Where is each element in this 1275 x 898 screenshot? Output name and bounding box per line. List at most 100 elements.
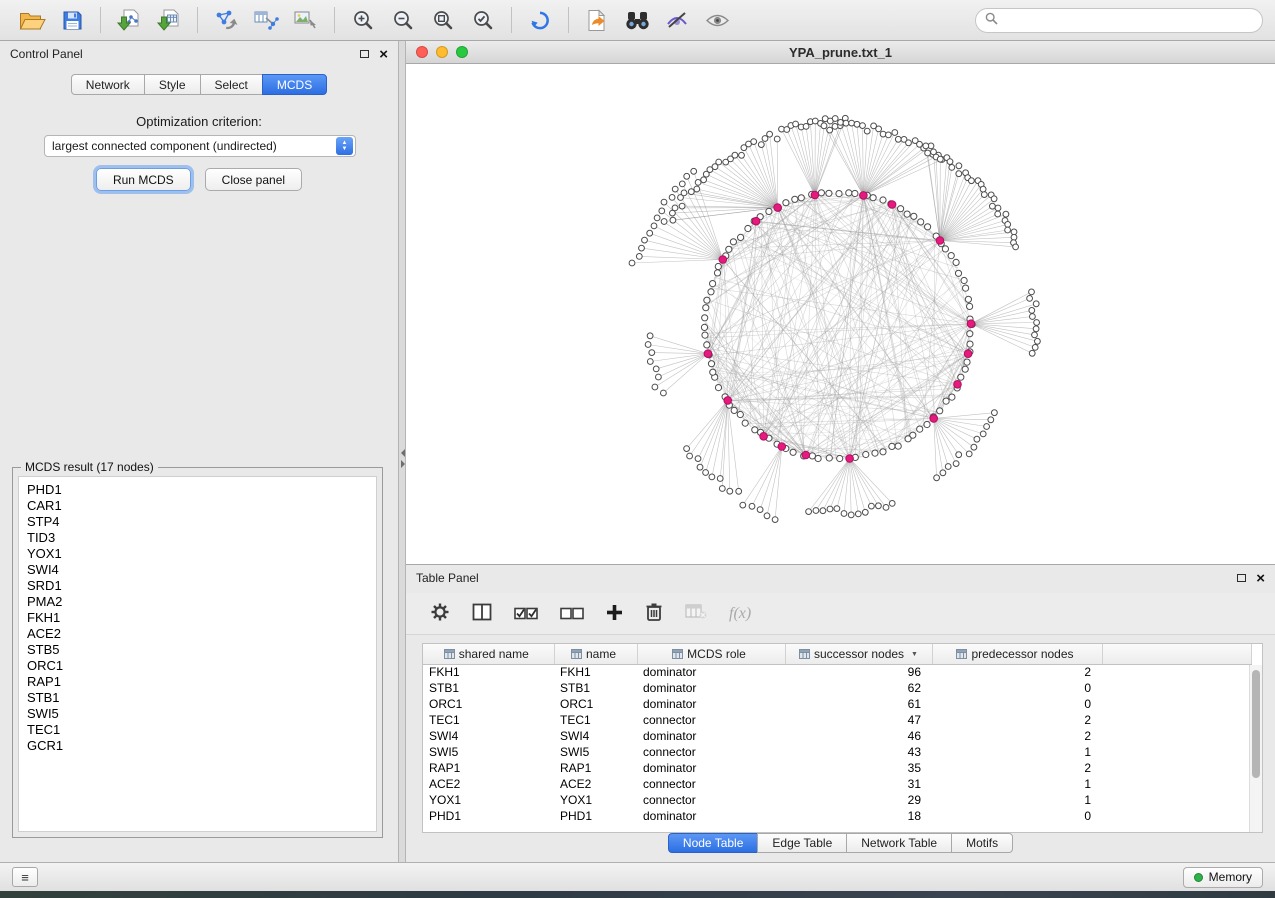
network-node[interactable]	[694, 186, 700, 192]
network-node[interactable]	[679, 203, 685, 209]
network-node[interactable]	[793, 121, 799, 127]
network-node[interactable]	[1032, 332, 1038, 338]
window-minimize-button[interactable]	[436, 46, 448, 58]
network-node[interactable]	[860, 123, 866, 129]
tab-style[interactable]: Style	[144, 74, 201, 95]
network-node[interactable]	[869, 503, 875, 509]
network-node[interactable]	[806, 509, 812, 515]
network-node[interactable]	[838, 120, 844, 126]
network-node[interactable]	[798, 195, 804, 201]
mcds-result-item[interactable]: YOX1	[27, 546, 376, 562]
network-node[interactable]	[726, 246, 732, 252]
network-node[interactable]	[953, 259, 959, 265]
network-hub-node[interactable]	[704, 350, 712, 358]
show-hide-button[interactable]	[699, 4, 735, 36]
tab-network[interactable]: Network	[71, 74, 145, 95]
table-row[interactable]: TEC1TEC1connector472	[423, 712, 1251, 728]
network-node[interactable]	[984, 424, 990, 430]
network-node[interactable]	[703, 305, 709, 311]
network-node[interactable]	[961, 277, 967, 283]
network-node[interactable]	[949, 165, 955, 171]
network-node[interactable]	[841, 511, 847, 517]
network-node[interactable]	[651, 223, 657, 229]
network-node[interactable]	[962, 366, 968, 372]
network-node[interactable]	[702, 332, 708, 338]
network-node[interactable]	[813, 508, 819, 514]
network-node[interactable]	[639, 245, 645, 251]
table-row[interactable]: PHD1PHD1dominator180	[423, 808, 1251, 824]
tab-motifs[interactable]: Motifs	[951, 833, 1013, 853]
search-box[interactable]	[975, 8, 1263, 33]
mcds-result-item[interactable]: RAP1	[27, 674, 376, 690]
network-node[interactable]	[672, 205, 678, 211]
network-node[interactable]	[834, 506, 840, 512]
mcds-result-item[interactable]: STB1	[27, 690, 376, 706]
network-node[interactable]	[991, 196, 997, 202]
network-node[interactable]	[783, 200, 789, 206]
network-node[interactable]	[803, 124, 809, 130]
network-hub-node[interactable]	[888, 201, 896, 209]
network-node[interactable]	[647, 359, 653, 365]
close-panel-button[interactable]: Close panel	[205, 168, 302, 191]
network-node[interactable]	[956, 452, 962, 458]
network-node[interactable]	[906, 140, 912, 146]
network-node[interactable]	[958, 374, 964, 380]
network-hub-node[interactable]	[846, 455, 854, 463]
network-node[interactable]	[1033, 301, 1039, 307]
network-node[interactable]	[715, 385, 721, 391]
network-hub-node[interactable]	[930, 415, 938, 423]
network-node[interactable]	[737, 411, 743, 417]
network-node[interactable]	[751, 139, 757, 145]
table-row[interactable]: ORC1ORC1dominator610	[423, 696, 1251, 712]
network-node[interactable]	[1029, 289, 1035, 295]
network-node[interactable]	[691, 168, 697, 174]
mcds-result-item[interactable]: FKH1	[27, 610, 376, 626]
tab-node-table[interactable]: Node Table	[668, 833, 759, 853]
column-header-name[interactable]: name	[554, 644, 637, 664]
network-hub-node[interactable]	[964, 350, 972, 358]
network-node[interactable]	[837, 455, 843, 461]
network-node[interactable]	[672, 186, 678, 192]
network-node[interactable]	[955, 270, 961, 276]
network-node[interactable]	[923, 143, 929, 149]
network-canvas[interactable]	[406, 64, 1275, 564]
open-session-button[interactable]	[14, 4, 50, 36]
network-node[interactable]	[749, 503, 755, 509]
network-titlebar[interactable]: YPA_prune.txt_1	[406, 41, 1275, 64]
network-node[interactable]	[790, 449, 796, 455]
network-node[interactable]	[980, 186, 986, 192]
network-node[interactable]	[945, 464, 951, 470]
unselect-all-button[interactable]	[560, 604, 584, 624]
network-node[interactable]	[714, 270, 720, 276]
network-node[interactable]	[649, 350, 655, 356]
network-node[interactable]	[719, 486, 725, 492]
network-node[interactable]	[710, 281, 716, 287]
refresh-view-button[interactable]	[522, 4, 558, 36]
network-node[interactable]	[827, 127, 833, 133]
mcds-result-item[interactable]: PMA2	[27, 594, 376, 610]
network-node[interactable]	[988, 417, 994, 423]
network-node[interactable]	[995, 205, 1001, 211]
network-node[interactable]	[827, 506, 833, 512]
network-node[interactable]	[940, 470, 946, 476]
network-node[interactable]	[849, 120, 855, 126]
network-node[interactable]	[716, 159, 722, 165]
network-node[interactable]	[1034, 320, 1040, 326]
zoom-selected-button[interactable]	[465, 4, 501, 36]
network-node[interactable]	[1032, 345, 1038, 351]
network-node[interactable]	[937, 156, 943, 162]
zoom-out-button[interactable]	[385, 4, 421, 36]
network-node[interactable]	[670, 217, 676, 223]
network-node[interactable]	[876, 126, 882, 132]
network-node[interactable]	[1029, 308, 1035, 314]
network-node[interactable]	[956, 163, 962, 169]
network-node[interactable]	[742, 420, 748, 426]
network-node[interactable]	[645, 342, 651, 348]
mcds-result-item[interactable]: STB5	[27, 642, 376, 658]
mcds-result-item[interactable]: SWI4	[27, 562, 376, 578]
network-node[interactable]	[764, 513, 770, 519]
network-node[interactable]	[1005, 222, 1011, 228]
network-node[interactable]	[774, 136, 780, 142]
network-node[interactable]	[767, 131, 773, 137]
network-node[interactable]	[876, 503, 882, 509]
